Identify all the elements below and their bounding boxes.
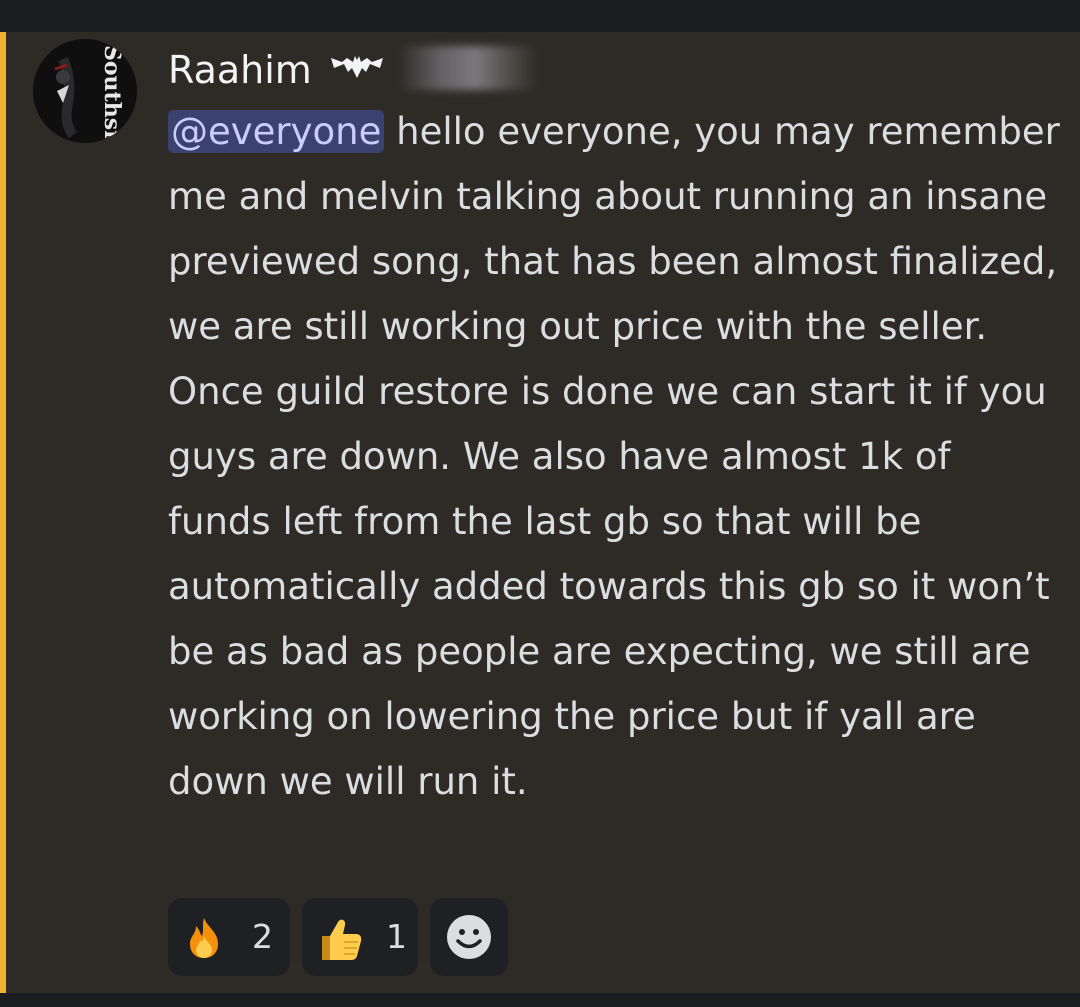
bottom-band (0, 993, 1080, 1007)
add-reaction-button[interactable] (430, 898, 508, 976)
message[interactable]: Southside Raahim @everyone hello everyon… (0, 32, 1080, 993)
everyone-mention[interactable]: @everyone (168, 110, 385, 153)
add-reaction-icon (447, 915, 491, 959)
avatar-logo-text: Southside (99, 45, 125, 143)
username[interactable]: Raahim (168, 48, 312, 92)
redacted-timestamp (398, 46, 538, 90)
reaction-count: 1 (386, 917, 407, 956)
fire-icon (190, 918, 218, 958)
avatar[interactable]: Southside (33, 39, 137, 143)
top-band (0, 0, 1080, 32)
reaction-count: 2 (252, 917, 273, 956)
reaction-fire[interactable]: 2 (168, 898, 290, 976)
message-content: @everyone hello everyone, you may rememb… (168, 99, 1063, 814)
bat-icon (331, 56, 383, 78)
mention-highlight-bar (0, 32, 6, 993)
reaction-thumbs-up[interactable]: 1 (302, 898, 418, 976)
message-text: hello everyone, you may remember me and … (168, 110, 1060, 803)
thumbs-up-icon (322, 919, 362, 960)
